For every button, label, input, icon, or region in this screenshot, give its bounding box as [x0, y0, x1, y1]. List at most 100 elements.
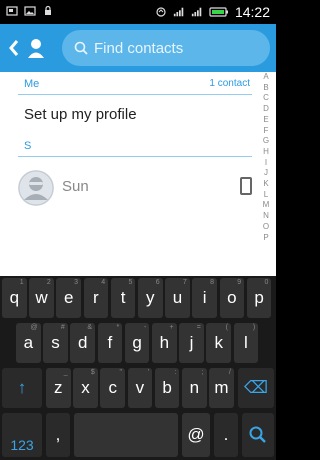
data-transfer-icon: [156, 7, 166, 17]
index-letter[interactable]: O: [263, 222, 269, 233]
key-q[interactable]: 1q: [2, 278, 27, 318]
index-letter[interactable]: K: [263, 179, 268, 190]
status-time: 14:22: [234, 4, 270, 20]
search-icon: [74, 41, 88, 55]
index-letter[interactable]: F: [264, 126, 269, 137]
key-label: ⌫: [243, 378, 269, 397]
person-icon: [28, 39, 44, 58]
setup-profile-item[interactable]: Set up my profile: [24, 106, 137, 123]
key-label: e: [63, 288, 74, 307]
key-hint: 8: [210, 279, 214, 286]
key-hint: ": [119, 369, 122, 376]
key-d[interactable]: & d: [70, 323, 95, 363]
backspace-key[interactable]: ⌫: [238, 368, 274, 408]
index-letter[interactable]: H: [263, 147, 269, 158]
period-key[interactable]: .: [214, 413, 238, 457]
key-u[interactable]: 7u: [165, 278, 190, 318]
key-label: p: [254, 288, 264, 307]
divider: [18, 156, 252, 157]
comma-key[interactable]: ,: [46, 413, 70, 457]
alphabet-index[interactable]: ABCDEFGHIJKLMNOP: [258, 72, 274, 243]
key-g[interactable]: -g: [124, 323, 150, 363]
key-label: n: [189, 378, 200, 397]
key-hint: +: [169, 324, 174, 331]
at-key[interactable]: @: [182, 413, 210, 457]
key-hint: *: [116, 324, 120, 331]
contact-name[interactable]: Sun: [62, 178, 89, 195]
key-label: ,: [55, 425, 61, 444]
key-label: v: [135, 378, 145, 397]
key-label: g: [132, 333, 142, 352]
search-key[interactable]: [242, 413, 274, 457]
key-e[interactable]: 3e: [56, 278, 81, 318]
search-input[interactable]: [94, 39, 264, 57]
key-o[interactable]: 9o: [219, 278, 245, 318]
index-letter[interactable]: E: [263, 115, 268, 126]
key-c[interactable]: " c: [100, 368, 125, 408]
contact-count: 1 contact: [209, 78, 250, 89]
key-hint: :: [174, 369, 177, 376]
search-icon: [249, 426, 266, 443]
key-w[interactable]: 2w: [29, 278, 54, 318]
key-hint: 6: [155, 279, 160, 286]
key-m[interactable]: / m: [209, 368, 234, 408]
key-n[interactable]: ; n: [182, 368, 207, 408]
app-header: [0, 24, 276, 72]
key-f[interactable]: * f: [97, 323, 123, 363]
index-letter[interactable]: N: [263, 211, 269, 222]
lock-icon: [45, 5, 51, 15]
signal-icon-2: [191, 7, 202, 17]
key-p[interactable]: 0p: [246, 278, 272, 318]
index-letter[interactable]: C: [263, 93, 269, 104]
key-label: j: [189, 333, 194, 352]
key-hint: 0: [264, 279, 269, 286]
key-label: m: [214, 378, 229, 397]
key-y[interactable]: 6y: [138, 278, 163, 318]
key-hint: 3: [74, 279, 78, 286]
key-hint: 1: [19, 279, 24, 286]
numbers-key[interactable]: 123: [2, 413, 42, 457]
index-letter[interactable]: B: [263, 83, 268, 94]
signal-icon-1: [173, 7, 184, 17]
key-j[interactable]: = j: [179, 323, 204, 363]
index-letter[interactable]: I: [265, 158, 267, 169]
key-hint: 7: [182, 279, 187, 286]
key-label: q: [9, 288, 20, 307]
key-label: h: [159, 333, 170, 352]
key-l[interactable]: ) l: [233, 323, 259, 363]
key-v[interactable]: ' v: [127, 368, 153, 408]
screen-icon: [6, 6, 18, 16]
key-label: s: [51, 333, 60, 352]
battery-icon: [209, 7, 228, 17]
shift-key[interactable]: ↑: [2, 368, 42, 408]
key-s[interactable]: # s: [43, 323, 68, 363]
index-letter[interactable]: J: [264, 168, 268, 179]
avatar[interactable]: [18, 170, 54, 206]
key-hint: ': [147, 369, 150, 376]
key-hint: #: [60, 324, 65, 331]
key-i[interactable]: 8i: [192, 278, 217, 318]
key-h[interactable]: + h: [152, 323, 177, 363]
phone-icon: [240, 177, 252, 195]
index-letter[interactable]: P: [263, 233, 268, 244]
key-b[interactable]: :b: [154, 368, 180, 408]
index-letter[interactable]: A: [263, 72, 268, 83]
index-letter[interactable]: D: [263, 104, 269, 115]
status-bar: 14:22: [0, 0, 276, 24]
key-a[interactable]: @ a: [16, 323, 41, 363]
key-r[interactable]: 4r: [83, 278, 109, 318]
key-label: 123: [10, 437, 34, 453]
back-button[interactable]: [8, 38, 22, 58]
index-letter[interactable]: M: [263, 200, 270, 211]
key-z[interactable]: _ z: [46, 368, 71, 408]
index-letter[interactable]: L: [264, 190, 268, 201]
key-t[interactable]: 5t: [110, 278, 136, 318]
key-label: x: [81, 378, 90, 397]
key-k[interactable]: (k: [206, 323, 231, 363]
key-label: l: [244, 333, 248, 352]
search-bar[interactable]: [62, 30, 270, 66]
key-x[interactable]: $ x: [73, 368, 98, 408]
index-letter[interactable]: G: [263, 136, 269, 147]
space-key[interactable]: [74, 413, 178, 457]
key-hint: =: [196, 324, 201, 331]
